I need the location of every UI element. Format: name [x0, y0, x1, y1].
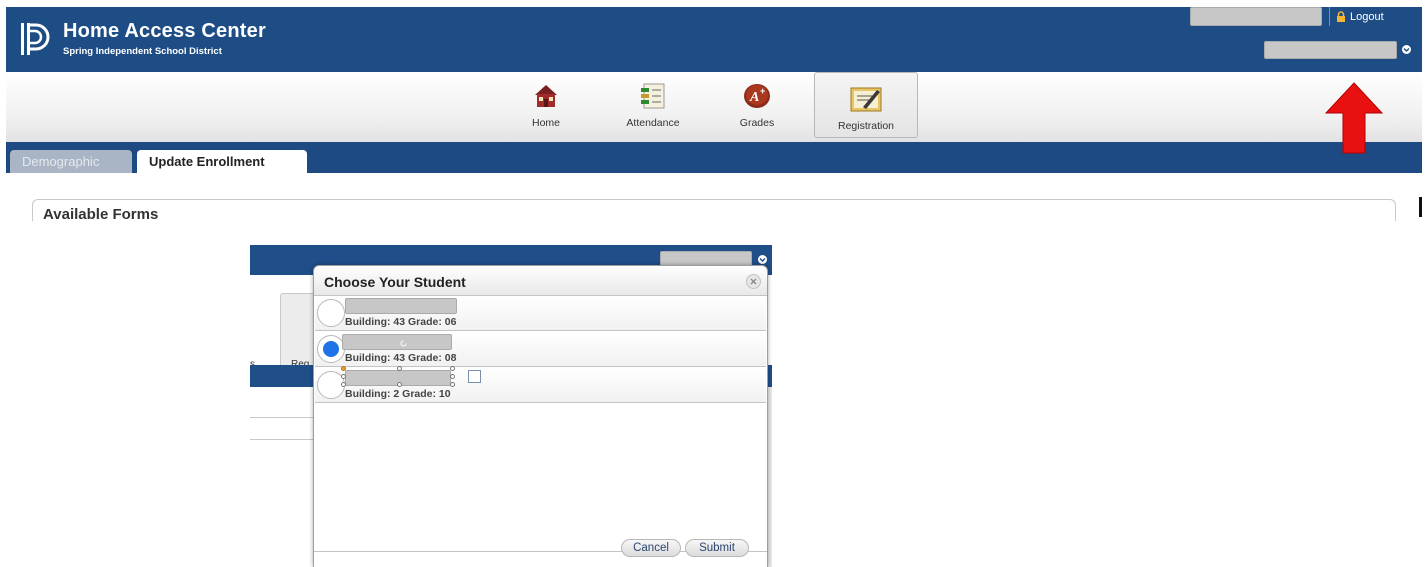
registration-icon	[850, 87, 882, 112]
red-arrow-annotation	[1324, 82, 1384, 154]
image-options-icon[interactable]	[468, 370, 481, 383]
nav-home[interactable]: Home	[524, 82, 568, 136]
selection-handle	[450, 366, 455, 371]
selection-handle	[341, 382, 346, 387]
student-name-redacted	[345, 298, 457, 314]
home-icon	[535, 85, 557, 107]
nav-attendance-label: Attendance	[626, 117, 680, 129]
close-icon	[750, 278, 757, 285]
available-forms-title: Available Forms	[43, 206, 159, 223]
submit-button[interactable]: Submit	[685, 539, 749, 557]
svg-text:+: +	[760, 86, 765, 96]
choose-student-dialog: Choose Your Student Building: 43 Grade: …	[313, 265, 768, 567]
close-button[interactable]	[746, 274, 761, 289]
student-option[interactable]: Building: 2 Grade: 10	[315, 366, 766, 403]
divider	[250, 439, 320, 440]
selection-handle	[397, 366, 402, 371]
cancel-button[interactable]: Cancel	[621, 539, 681, 557]
student-radio[interactable]	[317, 299, 345, 327]
dialog-title: Choose Your Student	[324, 274, 466, 290]
selection-handle	[450, 374, 455, 379]
choose-student-screenshot: s Reg Choose Your Student Building: 43 G…	[250, 245, 772, 567]
app-title: Home Access Center	[63, 20, 266, 42]
svg-text:A: A	[749, 90, 759, 105]
tab-update-enrollment[interactable]: Update Enrollment	[137, 150, 307, 173]
nav-grades-label: Grades	[739, 117, 775, 129]
student-option[interactable]: Building: 43 Grade: 08	[315, 332, 766, 367]
grades-icon: A +	[744, 84, 770, 108]
chevron-down-icon[interactable]	[1402, 45, 1411, 54]
student-building-grade: Building: 43 Grade: 08	[345, 352, 457, 364]
rotate-handle-icon	[400, 340, 407, 347]
chevron-down-icon	[758, 255, 767, 264]
nav-attendance[interactable]: Attendance	[618, 82, 688, 136]
student-building-grade: Building: 2 Grade: 10	[345, 388, 451, 400]
nav-registration[interactable]: Registration	[814, 72, 918, 138]
attendance-icon	[641, 83, 665, 109]
main-nav: Home Attendance A + Grades Registration	[6, 72, 1422, 142]
logout-label: Logout	[1350, 10, 1384, 23]
available-forms-panel: Available Forms	[32, 199, 1396, 223]
user-name-redacted	[1190, 7, 1322, 26]
selection-handle	[450, 382, 455, 387]
selection-handle	[341, 366, 346, 371]
edge-divider	[1419, 197, 1422, 217]
app-header: Home Access Center Spring Independent Sc…	[6, 7, 1422, 72]
nav-home-label: Home	[531, 117, 560, 129]
selection-handle	[341, 374, 346, 379]
student-name-redacted	[342, 334, 452, 350]
tab-demographic[interactable]: Demographic	[10, 150, 132, 173]
background-content	[250, 387, 320, 567]
student-radio-selected[interactable]	[317, 335, 345, 363]
divider	[250, 417, 320, 418]
student-building-grade: Building: 43 Grade: 06	[345, 316, 457, 328]
lock-icon	[1337, 11, 1345, 22]
powerschool-logo-icon	[21, 23, 50, 55]
hac-main-screenshot: Home Access Center Spring Independent Sc…	[6, 7, 1422, 223]
selection-handle	[397, 382, 402, 387]
nav-registration-label: Registration	[837, 120, 895, 132]
dialog-title-bar: Choose Your Student	[314, 266, 767, 296]
student-option[interactable]: Building: 43 Grade: 06	[315, 296, 766, 331]
logout-link[interactable]: Logout	[1329, 7, 1384, 26]
tab-strip: Demographic Update Enrollment	[6, 142, 1422, 173]
nav-grades[interactable]: A + Grades	[732, 82, 782, 136]
student-selector[interactable]	[1264, 41, 1397, 59]
district-name: Spring Independent School District	[63, 46, 222, 57]
